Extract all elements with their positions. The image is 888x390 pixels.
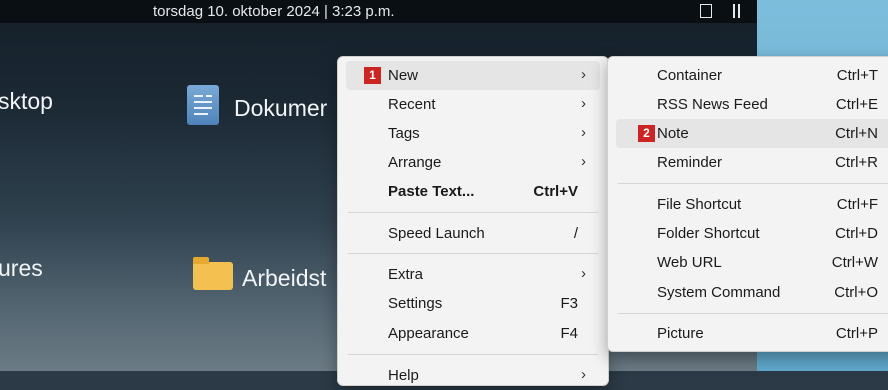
menu-separator bbox=[348, 253, 598, 254]
chevron-right-icon: › bbox=[581, 124, 586, 141]
menu-item-shortcut: Ctrl+T bbox=[836, 67, 878, 84]
step-badge-2: 2 bbox=[638, 125, 655, 142]
menu-separator bbox=[348, 212, 598, 213]
menu-item-label: Reminder bbox=[657, 154, 723, 171]
folder-icon[interactable] bbox=[193, 257, 233, 290]
new-submenu: Container Ctrl+T RSS News Feed Ctrl+E 2 … bbox=[607, 56, 888, 352]
menu-item-paste-text[interactable]: Paste Text... Ctrl+V bbox=[346, 177, 600, 206]
submenu-item-note[interactable]: 2 Note Ctrl+N bbox=[616, 119, 888, 148]
chevron-right-icon: › bbox=[581, 66, 586, 83]
menu-item-speed-launch[interactable]: Speed Launch / bbox=[346, 219, 600, 248]
chevron-right-icon: › bbox=[581, 153, 586, 170]
submenu-item-system-command[interactable]: System Command Ctrl+O bbox=[616, 278, 888, 307]
menu-item-label: Picture bbox=[657, 325, 704, 342]
menu-item-shortcut: Ctrl+R bbox=[835, 154, 878, 171]
context-menu: 1 New › Recent › Tags › Arrange › Paste … bbox=[337, 56, 609, 386]
menu-item-shortcut: Ctrl+N bbox=[835, 125, 878, 142]
menu-item-settings[interactable]: Settings F3 bbox=[346, 289, 600, 318]
menu-item-label: Arrange bbox=[388, 154, 442, 171]
menu-item-arrange[interactable]: Arrange › bbox=[346, 148, 600, 177]
menu-item-shortcut: Ctrl+P bbox=[835, 325, 878, 342]
chevron-right-icon: › bbox=[581, 265, 586, 282]
menu-item-shortcut: Ctrl+V bbox=[533, 183, 578, 200]
menu-item-help[interactable]: Help › bbox=[346, 361, 600, 390]
menu-separator bbox=[618, 183, 888, 184]
step-badge-1: 1 bbox=[364, 67, 381, 84]
datetime-label: torsdag 10. oktober 2024 | 3:23 p.m. bbox=[153, 3, 395, 20]
submenu-item-container[interactable]: Container Ctrl+T bbox=[616, 61, 888, 90]
submenu-item-picture[interactable]: Picture Ctrl+P bbox=[616, 319, 888, 348]
document-icon[interactable] bbox=[187, 85, 219, 125]
menu-item-label: Folder Shortcut bbox=[657, 225, 760, 242]
menu-item-appearance[interactable]: Appearance F4 bbox=[346, 319, 600, 348]
submenu-item-file-shortcut[interactable]: File Shortcut Ctrl+F bbox=[616, 190, 888, 219]
menu-item-label: Recent bbox=[388, 96, 436, 113]
desktop-shortcut-pictures[interactable]: ures bbox=[0, 255, 43, 282]
menu-item-label: Container bbox=[657, 67, 723, 84]
desktop-shortcut-workspace[interactable]: Arbeidst bbox=[242, 265, 326, 292]
menu-separator bbox=[618, 313, 888, 314]
menu-item-extra[interactable]: Extra › bbox=[346, 260, 600, 289]
menu-separator bbox=[348, 354, 598, 355]
menu-item-shortcut: F3 bbox=[560, 295, 578, 312]
chevron-right-icon: › bbox=[581, 366, 586, 383]
menu-item-label: Tags bbox=[388, 125, 420, 142]
menu-item-shortcut: / bbox=[573, 225, 578, 242]
pause-icon[interactable] bbox=[732, 4, 741, 18]
menu-item-label: System Command bbox=[657, 284, 781, 301]
menu-item-label: Speed Launch bbox=[388, 225, 485, 242]
submenu-item-web-url[interactable]: Web URL Ctrl+W bbox=[616, 248, 888, 277]
menu-item-shortcut: Ctrl+F bbox=[836, 196, 878, 213]
submenu-item-reminder[interactable]: Reminder Ctrl+R bbox=[616, 148, 888, 177]
menu-item-new[interactable]: 1 New › bbox=[346, 61, 600, 90]
menu-item-tags[interactable]: Tags › bbox=[346, 119, 600, 148]
menu-item-label: RSS News Feed bbox=[657, 96, 768, 113]
menu-item-shortcut: Ctrl+D bbox=[835, 225, 878, 242]
menu-item-label: Web URL bbox=[657, 254, 722, 271]
menu-item-label: Extra bbox=[388, 266, 424, 283]
submenu-item-rss-news-feed[interactable]: RSS News Feed Ctrl+E bbox=[616, 90, 888, 119]
menu-item-label: New bbox=[388, 67, 419, 84]
menu-item-recent[interactable]: Recent › bbox=[346, 90, 600, 119]
top-bar: torsdag 10. oktober 2024 | 3:23 p.m. bbox=[0, 0, 757, 23]
chevron-right-icon: › bbox=[581, 95, 586, 112]
menu-item-shortcut: F4 bbox=[560, 325, 578, 342]
menu-item-label: Appearance bbox=[388, 325, 469, 342]
desktop-shortcut-desktop[interactable]: sktop bbox=[0, 88, 53, 115]
menu-item-shortcut: Ctrl+O bbox=[834, 284, 878, 301]
menu-item-label: Paste Text... bbox=[388, 183, 475, 200]
menu-item-label: Settings bbox=[388, 295, 443, 312]
menu-item-label: Help bbox=[388, 367, 419, 384]
menu-item-label: File Shortcut bbox=[657, 196, 742, 213]
desktop-shortcut-documents[interactable]: Dokumer bbox=[234, 95, 327, 122]
window-icon[interactable] bbox=[700, 4, 712, 18]
menu-item-label: Note bbox=[657, 125, 689, 142]
submenu-item-folder-shortcut[interactable]: Folder Shortcut Ctrl+D bbox=[616, 219, 888, 248]
menu-item-shortcut: Ctrl+E bbox=[835, 96, 878, 113]
menu-item-shortcut: Ctrl+W bbox=[831, 254, 878, 271]
